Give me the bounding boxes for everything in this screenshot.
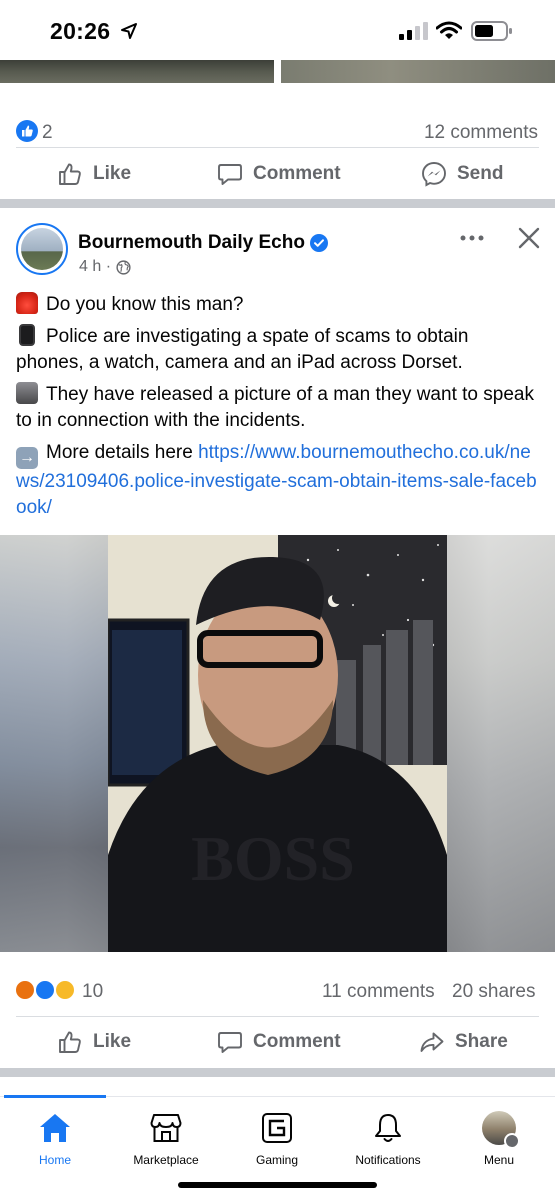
siren-emoji-icon	[16, 292, 38, 314]
like-icon	[59, 163, 81, 185]
bell-icon	[375, 1114, 401, 1142]
comments-count[interactable]: 12 comments	[424, 122, 538, 144]
share-icon	[420, 1032, 444, 1052]
photo-print-text: BOSS	[191, 823, 355, 894]
profile-avatar	[482, 1111, 520, 1149]
tab-label: Gaming	[255, 1153, 299, 1167]
post-separator	[0, 199, 555, 208]
post-meta[interactable]: 4 h ·	[79, 258, 131, 276]
divider	[16, 147, 539, 148]
previous-post-image-right[interactable]	[281, 60, 555, 83]
tab-label: Notifications	[355, 1153, 421, 1167]
like-label: Like	[93, 163, 132, 184]
previous-post-image-left[interactable]	[0, 60, 274, 83]
post-line-text: More details here	[46, 442, 199, 463]
more-options-button[interactable]	[456, 226, 488, 250]
post-line: Do you know this man?	[16, 292, 541, 318]
send-button[interactable]: Send	[421, 151, 503, 197]
post-text: Do you know this man? Police are investi…	[16, 292, 541, 527]
reaction-count[interactable]: 2	[42, 122, 53, 144]
home-indicator	[178, 1182, 377, 1188]
post-line: Police are investigating a spate of scam…	[16, 324, 541, 376]
post-actions: Like Comment Share	[0, 1019, 555, 1065]
gaming-icon	[262, 1113, 292, 1143]
like-reaction-icon	[34, 979, 56, 1001]
close-icon	[518, 227, 540, 249]
status-time: 20:26	[50, 18, 111, 44]
verified-icon	[310, 234, 328, 252]
post-line: They have released a picture of a man th…	[16, 382, 541, 434]
page-name[interactable]: Bournemouth Daily Echo	[78, 232, 305, 254]
like-icon	[59, 1031, 81, 1053]
menu-icon	[504, 1133, 520, 1149]
divider	[16, 1016, 539, 1017]
like-reaction-icon	[16, 120, 38, 142]
tab-label: Marketplace	[133, 1153, 199, 1167]
status-bar: 20:26	[0, 0, 555, 58]
post-separator	[0, 1068, 555, 1077]
location-arrow-icon	[121, 23, 137, 39]
hide-post-button[interactable]	[515, 224, 543, 252]
marketplace-icon	[150, 1114, 182, 1142]
tab-label: Menu	[483, 1153, 515, 1167]
reactions-summary[interactable]	[14, 979, 80, 1003]
tab-home[interactable]: Home	[0, 1111, 110, 1171]
photo-main: BOSS	[108, 535, 447, 952]
post-line-text: They have released a picture of a man th…	[16, 384, 534, 431]
camera-emoji-icon	[16, 382, 38, 404]
like-button[interactable]: Like	[57, 151, 131, 197]
post-line-text: Do you know this man?	[46, 294, 244, 315]
like-button[interactable]: Like	[57, 1019, 131, 1065]
active-tab-indicator	[4, 1095, 106, 1098]
send-label: Send	[457, 163, 504, 184]
battery-icon	[471, 21, 512, 41]
home-icon	[40, 1114, 70, 1142]
post-line-text: Police are investigating a spate of scam…	[16, 326, 469, 373]
previous-post-reactions: 2 12 comments	[0, 112, 555, 152]
share-label: Share	[455, 1031, 508, 1052]
previous-post-actions: Like Comment Send	[0, 151, 555, 197]
comment-icon	[218, 164, 242, 185]
signal-icon	[399, 22, 428, 40]
share-button[interactable]: Share	[419, 1019, 508, 1065]
comment-icon	[218, 1032, 242, 1053]
tab-marketplace[interactable]: Marketplace	[111, 1111, 221, 1171]
tab-notifications[interactable]: Notifications	[333, 1111, 443, 1171]
messenger-icon	[422, 162, 446, 187]
comment-label: Comment	[253, 163, 341, 184]
phone-emoji-icon	[19, 324, 35, 346]
post-photo[interactable]: BOSS	[0, 535, 555, 952]
haha-reaction-icon	[54, 979, 76, 1001]
shares-count[interactable]: 20 shares	[452, 981, 535, 1003]
angry-reaction-icon	[14, 979, 36, 1001]
reaction-count[interactable]: 10	[82, 981, 103, 1003]
right-arrow-emoji-icon: →	[16, 447, 38, 469]
comment-label: Comment	[253, 1031, 341, 1052]
tab-gaming[interactable]: Gaming	[222, 1111, 332, 1171]
comment-button[interactable]: Comment	[217, 1019, 341, 1065]
page-avatar[interactable]	[16, 223, 68, 275]
post-time: 4 h ·	[79, 258, 112, 275]
like-label: Like	[93, 1031, 132, 1052]
more-icon	[460, 235, 484, 241]
comments-count[interactable]: 11 comments	[322, 981, 435, 1003]
post-line: → More details here https://www.bournemou…	[16, 440, 541, 521]
tab-menu[interactable]: Menu	[444, 1111, 554, 1171]
globe-icon	[116, 259, 131, 275]
wifi-icon	[436, 21, 462, 39]
tab-label: Home	[38, 1153, 71, 1167]
comment-button[interactable]: Comment	[217, 151, 341, 197]
